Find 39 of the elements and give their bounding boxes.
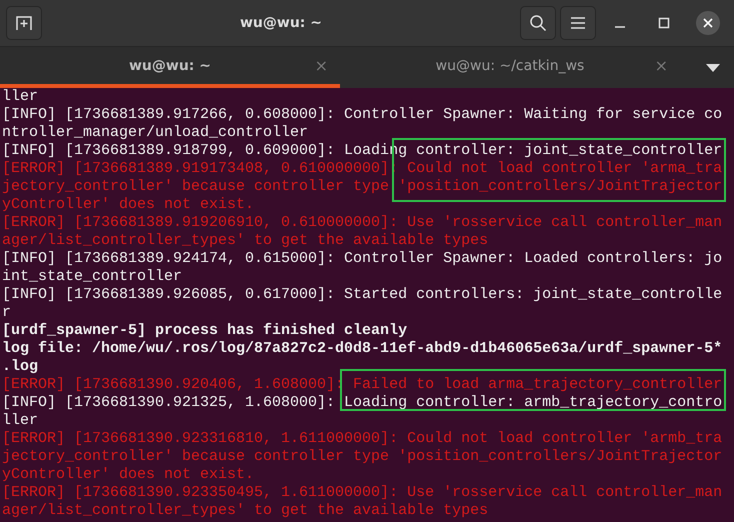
log-line: r	[2, 304, 12, 322]
log-line: [urdf_spawner-5] process has finished cleanly	[2, 322, 408, 340]
tab-label[interactable]: wu@wu: ~/catkin_ws	[436, 58, 584, 74]
tab[interactable]: wu@wu: ~/catkin_ws ×	[340, 47, 680, 88]
error-log-line: ager/list_controller_types' to get the available types	[2, 232, 490, 250]
log-line: int_state_controller	[2, 268, 184, 286]
error-log-line: [ERROR] [1736681390.923316810, 1.611000000]: Could not load controller 'armb_tra	[2, 430, 724, 448]
log-line: [INFO] [1736681389.917266, 0.608000]: Controller Spawner: Waiting for service co	[2, 106, 724, 124]
error-log-line: jectory_controller' because controller type 'position_controllers/JointTrajector	[2, 448, 724, 466]
log-line: [INFO] [1736681389.924174, 0.615000]: Controller Spawner: Loaded controllers: jo	[2, 250, 724, 268]
menu-icon	[570, 16, 586, 30]
tab-label[interactable]: wu@wu: ~	[128, 58, 211, 74]
caret-icon[interactable]	[706, 64, 720, 72]
error-log-line: ager/list_controller_types' to get the available types	[2, 502, 490, 520]
window-title: wu@wu: ~	[238, 15, 323, 31]
log-line: ntroller_manager/unload_controller	[2, 124, 310, 142]
search-button[interactable]	[520, 6, 556, 40]
tab-close-button[interactable]: ×	[654, 56, 668, 75]
error-log-line: [ERROR] [1736681390.920406, 1.608000]: Failed to load arma_trajectory_controller	[2, 376, 724, 394]
log-line: ller	[2, 412, 40, 430]
new-tab-button[interactable]	[6, 6, 42, 40]
log-line: .log	[2, 358, 40, 376]
error-log-line: yController' does not exist.	[2, 196, 256, 214]
log-line: [INFO] [1736681390.921325, 1.608000]: Loading controller: armb_trajectory_contro	[2, 394, 724, 412]
tab-close-button[interactable]: ×	[314, 56, 328, 75]
search-icon	[529, 14, 547, 32]
maximize-icon[interactable]	[658, 17, 670, 29]
close-icon	[702, 17, 714, 29]
error-log-line: jectory_controller' because controller type 'position_controllers/JointTrajector	[2, 178, 724, 196]
menu-button[interactable]	[560, 6, 596, 40]
error-log-line: yController' does not exist.	[2, 466, 256, 484]
close-button[interactable]	[696, 11, 720, 35]
log-line: ller	[2, 88, 40, 106]
error-log-line: [ERROR] [1736681389.919206910, 0.610000000]: Use 'rosservice call controller_man	[2, 214, 724, 232]
error-log-line: [ERROR] [1736681390.923350495, 1.611000000]: Use 'rosservice call controller_man	[2, 484, 724, 502]
new-tab-icon	[15, 14, 33, 32]
tab[interactable]: wu@wu: ~ ×	[0, 47, 340, 88]
log-line: log file: /home/wu/.ros/log/87a827c2-d0d8-11ef-abd9-d1b46065e63a/urdf_spawner-5*	[2, 340, 724, 358]
log-line: [INFO] [1736681389.926085, 0.617000]: Started controllers: joint_state_controlle	[2, 286, 724, 304]
